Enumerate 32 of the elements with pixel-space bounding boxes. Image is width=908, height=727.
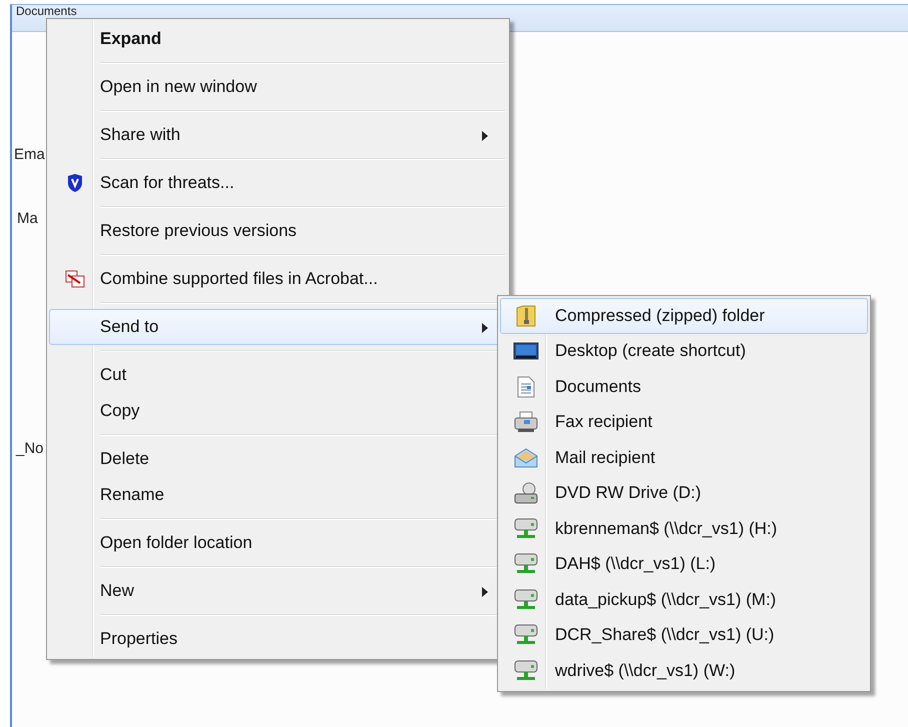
menu-item[interactable]: Mail recipient	[500, 440, 868, 476]
document-icon	[517, 376, 535, 398]
menu-item[interactable]: Compressed (zipped) folder	[500, 298, 868, 334]
fax-machine-icon	[514, 411, 538, 434]
network-drive-icon	[514, 588, 538, 611]
menu-item[interactable]: kbrenneman$ (\\dcr_vs1) (H:)	[500, 511, 868, 546]
menu-item[interactable]: Share with	[49, 117, 507, 153]
menu-item[interactable]: DVD RW Drive (D:)	[500, 476, 868, 511]
menu-item[interactable]: data_pickup$ (\\dcr_vs1) (M:)	[500, 582, 868, 618]
zip-folder-icon	[516, 304, 536, 327]
network-drive-icon	[514, 518, 538, 540]
dvd-drive-icon	[514, 482, 538, 504]
shield-icon	[67, 174, 83, 192]
menu-item[interactable]: Scan for threats...	[49, 165, 507, 201]
monitor-icon	[513, 342, 539, 360]
menu-item[interactable]: Restore previous versions	[49, 213, 507, 249]
network-drive-icon	[514, 660, 538, 682]
file-label: _No	[16, 440, 44, 457]
menu-item[interactable]: wdrive$ (\\dcr_vs1) (W:)	[500, 653, 868, 688]
network-drive-icon	[514, 553, 538, 576]
menu-item[interactable]: Fax recipient	[500, 404, 868, 440]
menu-item[interactable]: Documents	[500, 369, 868, 404]
file-label: Ema	[14, 146, 45, 163]
menu-item[interactable]: DCR_Share$ (\\dcr_vs1) (U:)	[500, 618, 868, 653]
menu-item[interactable]: Open in new window	[49, 69, 507, 105]
file-label: Ma	[17, 210, 38, 227]
menu-item[interactable]: DAH$ (\\dcr_vs1) (L:)	[500, 546, 868, 582]
envelope-icon	[514, 448, 538, 468]
network-drive-icon	[514, 624, 538, 646]
menu-item[interactable]: Expand	[49, 21, 507, 57]
menu-item[interactable]: Combine supported files in Acrobat...	[49, 261, 507, 297]
window-title: Documents	[15, 5, 77, 17]
